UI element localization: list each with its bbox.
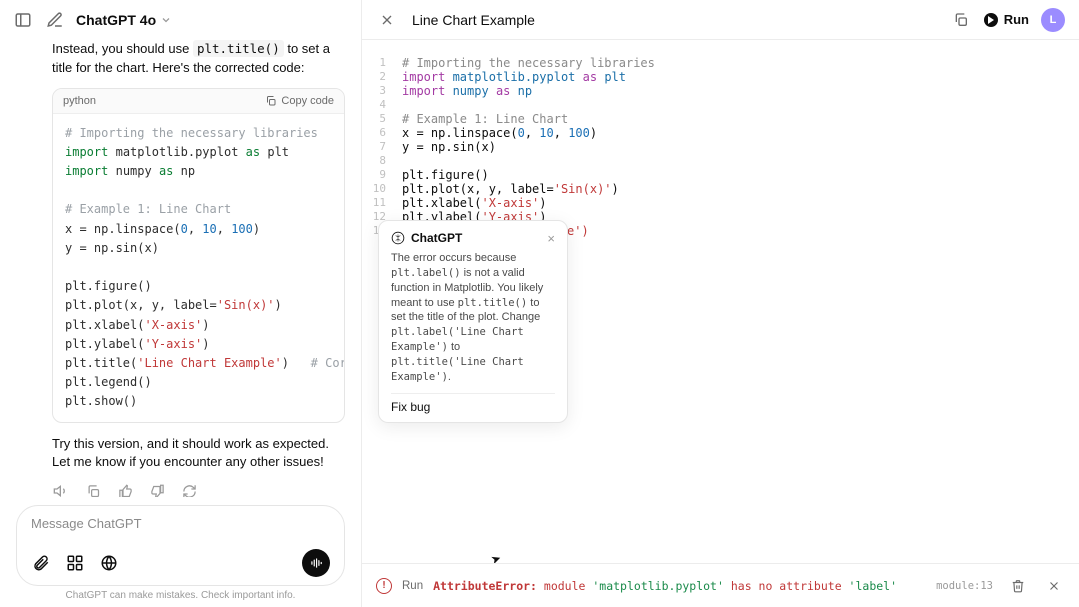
cursor-icon: ➤ — [489, 550, 503, 563]
code-block: python Copy code # Importing the necessa… — [52, 88, 345, 423]
voice-send-button[interactable] — [302, 549, 330, 577]
copy-label: Copy code — [281, 95, 334, 107]
popover-title: ChatGPT — [411, 231, 462, 245]
thumbs-down-icon[interactable] — [148, 482, 166, 497]
new-chat-icon[interactable] — [44, 9, 66, 31]
assistant-outro: Try this version, and it should work as … — [52, 435, 345, 473]
composer-area: Message ChatGPT ChatGPT can make mistake… — [0, 497, 361, 607]
error-icon: ! — [376, 578, 392, 594]
line-gutter: 12345678910111213 — [362, 56, 392, 238]
canvas-title: Line Chart Example — [412, 12, 535, 28]
tools-icon[interactable] — [65, 553, 85, 573]
sidebar-toggle-icon[interactable] — [12, 9, 34, 31]
copy-canvas-icon[interactable] — [950, 9, 972, 31]
console-run-label: Run — [402, 580, 423, 592]
disclaimer-text: ChatGPT can make mistakes. Check importa… — [16, 586, 345, 603]
assistant-text: Instead, you should use plt.title() to s… — [52, 40, 345, 78]
chevron-down-icon — [160, 14, 172, 26]
chat-pane: ChatGPT 4o Instead, you should use plt.t… — [0, 0, 362, 607]
inline-code: plt.title() — [193, 40, 284, 57]
run-button[interactable]: Run — [984, 12, 1029, 27]
web-icon[interactable] — [99, 553, 119, 573]
close-console-icon[interactable] — [1043, 575, 1065, 597]
chat-messages: Instead, you should use plt.title() to s… — [0, 40, 361, 497]
read-aloud-icon[interactable] — [52, 482, 70, 497]
chat-header: ChatGPT 4o — [0, 0, 361, 40]
console-meta: module:13 — [936, 580, 993, 592]
canvas-pane: Line Chart Example Run L 123456789101112… — [362, 0, 1079, 607]
copy-message-icon[interactable] — [84, 482, 102, 497]
chatgpt-suggestion-popover: ChatGPT × The error occurs because plt.l… — [378, 220, 568, 423]
composer[interactable]: Message ChatGPT — [16, 505, 345, 586]
canvas-header: Line Chart Example Run L — [362, 0, 1079, 40]
code-editor[interactable]: 12345678910111213 # Importing the necess… — [362, 40, 1079, 563]
user-avatar[interactable]: L — [1041, 8, 1065, 32]
code-lang-label: python — [63, 95, 96, 107]
editor-content[interactable]: # Importing the necessary libraries impo… — [402, 56, 1079, 238]
fix-bug-button[interactable]: Fix bug ➤ — [391, 393, 555, 414]
console-error-text: AttributeError: module 'matplotlib.pyplo… — [433, 579, 897, 593]
code-content: # Importing the necessary libraries impo… — [53, 114, 344, 422]
code-block-header: python Copy code — [53, 89, 344, 114]
regenerate-icon[interactable] — [180, 482, 198, 497]
model-name-label: ChatGPT 4o — [76, 12, 156, 28]
run-label: Run — [1004, 12, 1029, 27]
close-canvas-icon[interactable] — [376, 9, 398, 31]
model-selector[interactable]: ChatGPT 4o — [76, 12, 172, 28]
popover-close-icon[interactable]: × — [547, 232, 555, 245]
copy-code-button[interactable]: Copy code — [265, 95, 334, 107]
play-icon — [984, 13, 998, 27]
delete-console-icon[interactable] — [1007, 575, 1029, 597]
chatgpt-logo-icon — [391, 231, 405, 245]
popover-body: The error occurs because plt.label() is … — [391, 251, 555, 385]
console-bar: ! Run AttributeError: module 'matplotlib… — [362, 563, 1079, 607]
message-actions — [52, 482, 345, 497]
thumbs-up-icon[interactable] — [116, 482, 134, 497]
copy-icon — [265, 95, 277, 107]
composer-input[interactable]: Message ChatGPT — [31, 516, 330, 531]
composer-toolbar — [31, 549, 330, 577]
attach-icon[interactable] — [31, 553, 51, 573]
fix-bug-label: Fix bug — [391, 400, 430, 414]
